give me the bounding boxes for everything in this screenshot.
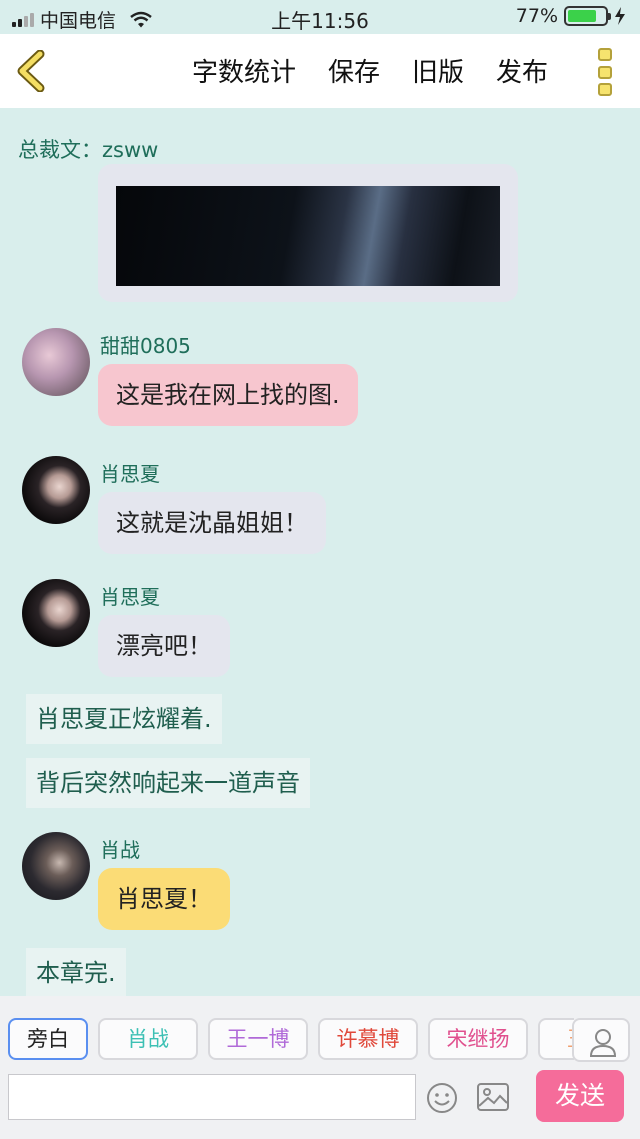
message-input[interactable] xyxy=(8,1074,416,1120)
message-bubble[interactable]: 这是我在网上找的图. xyxy=(98,364,358,426)
role-option[interactable]: 宋继扬 xyxy=(428,1018,528,1060)
word-count-button[interactable]: 字数统计 xyxy=(192,52,296,89)
send-button[interactable]: 发送 xyxy=(536,1070,624,1122)
message-bubble[interactable]: 这就是沈晶姐姐！ xyxy=(98,492,326,554)
user-icon xyxy=(589,1029,617,1057)
role-option[interactable]: 王一 xyxy=(538,1018,574,1060)
avatar[interactable] xyxy=(22,328,90,396)
narration-item[interactable]: 本章完. xyxy=(26,948,126,996)
battery-percent: 77% xyxy=(515,5,558,27)
avatar[interactable] xyxy=(22,832,90,900)
battery-fill xyxy=(568,10,596,22)
image-icon[interactable] xyxy=(476,1082,510,1112)
emoji-icon[interactable] xyxy=(426,1082,458,1114)
toolbar-actions: 字数统计 保存 旧版 发布 xyxy=(192,52,548,89)
role-option[interactable]: 王一博 xyxy=(208,1018,308,1060)
more-vertical-icon[interactable] xyxy=(598,48,616,96)
old-version-button[interactable]: 旧版 xyxy=(412,52,464,89)
save-button[interactable]: 保存 xyxy=(328,52,380,89)
narration-item[interactable]: 背后突然响起来一道声音 xyxy=(26,758,310,808)
status-bar: 中国电信 上午11:56 77% xyxy=(0,0,640,34)
author-line: 总裁文：zsww xyxy=(18,138,159,162)
avatar[interactable] xyxy=(22,456,90,524)
narration-item[interactable]: 肖思夏正炫耀着. xyxy=(26,694,222,744)
role-selector[interactable]: 旁白 肖战 王一博 许慕博 宋继扬 王一 xyxy=(8,1018,574,1062)
sender-name: 甜甜0805 xyxy=(100,334,191,358)
charging-icon xyxy=(615,7,625,25)
composer-bar: 旁白 肖战 王一博 许慕博 宋继扬 王一 发送 xyxy=(0,996,640,1139)
message-bubble[interactable]: 肖思夏！ xyxy=(98,868,230,930)
status-right: 77% xyxy=(516,5,626,27)
manage-roles-button[interactable] xyxy=(572,1018,630,1062)
publish-button[interactable]: 发布 xyxy=(496,52,548,89)
avatar[interactable] xyxy=(22,579,90,647)
role-narrator[interactable]: 旁白 xyxy=(8,1018,88,1060)
editor-toolbar: 字数统计 保存 旧版 发布 xyxy=(0,34,640,108)
chat-content[interactable]: 总裁文：zsww 甜甜0805 这是我在网上找的图. 肖思夏 这就是沈晶姐姐！ … xyxy=(0,108,640,996)
role-list: 旁白 肖战 王一博 许慕博 宋继扬 王一 xyxy=(8,1018,574,1060)
sender-name: 肖战 xyxy=(100,838,140,862)
battery-icon xyxy=(564,6,611,26)
photo xyxy=(116,186,500,286)
sender-name: 肖思夏 xyxy=(100,585,160,609)
sender-name: 肖思夏 xyxy=(100,462,160,486)
message-bubble[interactable]: 漂亮吧！ xyxy=(98,615,230,677)
image-message[interactable] xyxy=(98,164,518,302)
back-icon[interactable] xyxy=(14,50,50,92)
role-option[interactable]: 肖战 xyxy=(98,1018,198,1060)
role-option[interactable]: 许慕博 xyxy=(318,1018,418,1060)
